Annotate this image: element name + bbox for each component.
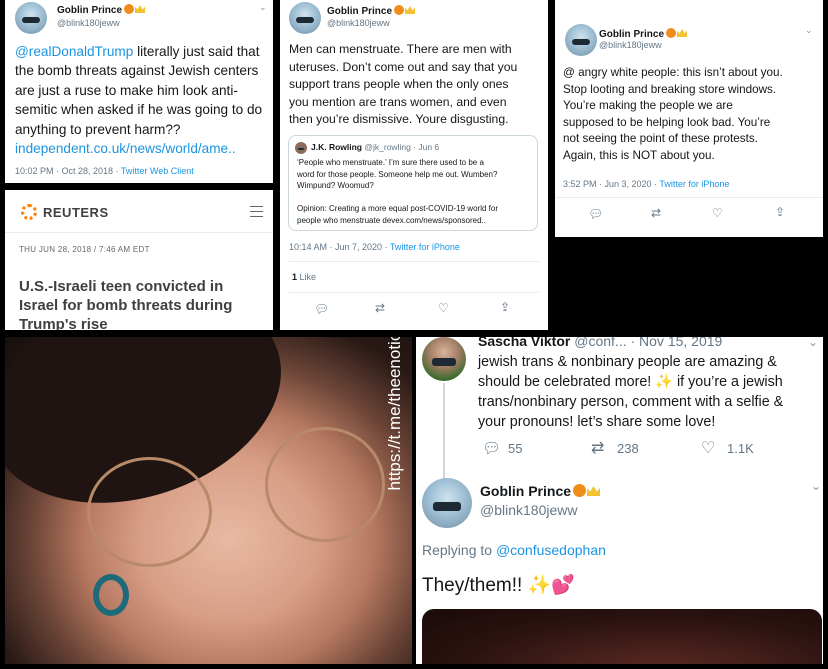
divider [555, 197, 823, 198]
tweet-date: · Nov 15, 2019 [630, 337, 723, 349]
author-handle[interactable]: @blink180jeww [57, 18, 120, 28]
reply-icon[interactable]: 💬︎ [314, 302, 329, 316]
article-link[interactable]: independent.co.uk/news/world/ame.. [15, 139, 262, 158]
chevron-down-icon[interactable]: ⌄ [811, 479, 821, 493]
client-link[interactable]: Twitter for iPhone [659, 179, 729, 189]
tweet-card-menstruate[interactable]: Goblin Prince @blink180jeww Men can mens… [280, 0, 548, 330]
chevron-down-icon[interactable]: ⌄ [259, 2, 267, 13]
share-icon[interactable]: ⇪ [500, 300, 510, 314]
quoted-text: ‘People who menstruate.’ I’m sure there … [297, 158, 498, 225]
attached-photo[interactable] [422, 609, 822, 664]
author-row[interactable]: Sascha Viktor @conf... · Nov 15, 2019 [478, 337, 722, 349]
author-handle[interactable]: @blink180jeww [327, 18, 390, 28]
author-handle: @conf... [574, 337, 627, 349]
quoted-author-name: J.K. Rowling [311, 142, 362, 152]
selfie-photo: https://t.me/theenoticer [5, 337, 412, 664]
tweet-timestamp: 10:14 AM · Jun 7, 2020 · Twitter for iPh… [289, 242, 460, 252]
glasses-right-lens [265, 427, 385, 542]
tweet-timestamp: 10:02 PM · Oct 28, 2018 · Twitter Web Cl… [15, 166, 194, 176]
glasses-left-lens [87, 457, 212, 567]
tweet-text: @realDonaldTrump literally just said tha… [15, 42, 262, 158]
tweet-timestamp: 3:52 PM · Jun 3, 2020 · Twitter for iPho… [563, 179, 730, 189]
share-icon[interactable]: ⇪ [775, 205, 785, 219]
avatar[interactable] [289, 2, 321, 34]
author-name[interactable]: Goblin Prince [327, 5, 416, 17]
like-count[interactable]: 1 Like [292, 272, 316, 282]
tweet-text: @ angry white people: this isn’t about y… [563, 66, 783, 162]
like-icon[interactable]: ♡ [438, 301, 449, 315]
quoted-meta: @jk_rowling · Jun 6 [364, 142, 440, 152]
like-count: 1.1K [727, 441, 754, 456]
pumpkin-emoji [573, 484, 587, 497]
avatar[interactable] [15, 2, 47, 34]
author-name[interactable]: Goblin Prince [599, 28, 688, 40]
divider [289, 261, 539, 262]
client-link[interactable]: Twitter Web Client [121, 166, 194, 176]
author-name: Sascha Viktor [478, 337, 571, 349]
thread-line [443, 383, 445, 479]
crown-emoji [405, 6, 416, 14]
reply-icon[interactable]: 💬︎ [588, 207, 603, 221]
retweet-count: 238 [617, 441, 639, 456]
tweet-text: Men can menstruate. There are men with u… [289, 42, 518, 127]
author-name[interactable]: Goblin Prince [57, 4, 146, 16]
retweet-icon[interactable]: ⇄ [375, 301, 385, 315]
replying-to: Replying to @confusedophan [422, 542, 606, 558]
like-icon[interactable]: ♡ [712, 206, 723, 220]
pumpkin-emoji [666, 28, 677, 38]
crown-emoji [587, 486, 601, 496]
tweet-card-protests[interactable]: Goblin Prince @blink180jeww ⌄ @ angry wh… [555, 0, 823, 237]
reuters-logo-icon[interactable] [21, 204, 37, 220]
reply-count: 55 [508, 441, 523, 456]
reply-to-link[interactable]: @confusedophan [496, 542, 606, 558]
tweet-card-trump[interactable]: Goblin Prince @blink180jeww ⌄ @realDonal… [5, 0, 273, 183]
client-link[interactable]: Twitter for iPhone [390, 242, 460, 252]
crown-emoji [677, 29, 688, 37]
reply-icon[interactable]: 💬︎ [482, 439, 501, 457]
tweet-text: They/them!! ✨💕 [422, 575, 575, 596]
article-date: THU JUN 28, 2018 / 7:46 AM EDT [19, 245, 150, 254]
mention-link[interactable]: @realDonaldTrump [15, 44, 133, 59]
chevron-down-icon[interactable]: ⌄ [805, 25, 813, 36]
earring-icon [93, 574, 129, 616]
reuters-article[interactable]: REUTERS THU JUN 28, 2018 / 7:46 AM EDT U… [5, 190, 273, 330]
retweet-icon[interactable]: ⇄ [591, 438, 604, 458]
avatar[interactable] [422, 478, 472, 528]
chevron-down-icon[interactable]: ⌄ [808, 337, 818, 349]
crown-emoji [135, 5, 146, 13]
article-headline[interactable]: U.S.-Israeli teen convicted in Israel fo… [19, 277, 232, 330]
quoted-tweet[interactable]: J.K. Rowling @jk_rowling · Jun 6 ‘People… [288, 135, 538, 231]
tweet-text: jewish trans & nonbinary people are amaz… [478, 354, 784, 430]
retweet-icon[interactable]: ⇄ [651, 206, 661, 220]
menu-icon[interactable] [250, 206, 263, 217]
avatar[interactable] [422, 337, 466, 381]
avatar[interactable] [565, 24, 597, 56]
divider [289, 292, 539, 293]
watermark: https://t.me/theenoticer [385, 337, 404, 491]
reuters-brand[interactable]: REUTERS [43, 205, 109, 220]
author-name[interactable]: Goblin Prince [480, 483, 601, 499]
pumpkin-emoji [124, 4, 135, 14]
pumpkin-emoji [394, 5, 405, 15]
divider [5, 232, 273, 233]
author-handle[interactable]: @blink180jeww [480, 502, 577, 518]
like-icon[interactable]: ♡ [701, 438, 715, 458]
author-handle[interactable]: @blink180jeww [599, 40, 662, 50]
tweet-thread[interactable]: Sascha Viktor @conf... · Nov 15, 2019 ⌄ … [416, 337, 823, 664]
quoted-avatar [295, 142, 307, 154]
